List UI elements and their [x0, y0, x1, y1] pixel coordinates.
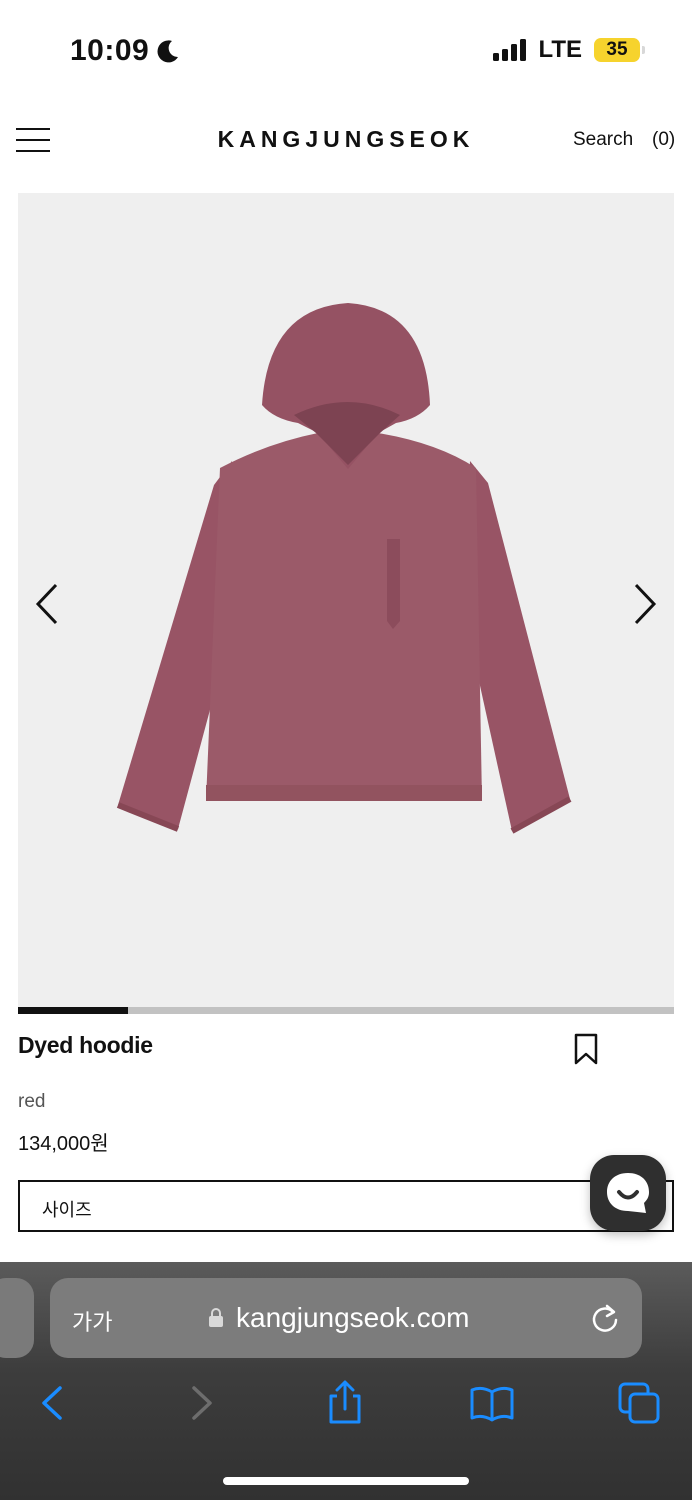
share-icon[interactable]: [322, 1380, 368, 1426]
status-time-text: 10:09: [70, 34, 150, 67]
chat-smile-icon: [607, 1173, 649, 1213]
battery-level: 35: [606, 39, 628, 60]
product-name: Dyed hoodie: [18, 1032, 153, 1058]
chevron-right-icon[interactable]: [626, 581, 662, 627]
status-bar: 10:09 LTE 35: [0, 0, 692, 100]
previous-tab-preview[interactable]: [0, 1278, 34, 1358]
signal-icon: [493, 39, 527, 61]
status-indicators: LTE 35: [493, 36, 645, 64]
network-type: LTE: [538, 36, 582, 63]
chat-button[interactable]: [590, 1155, 666, 1231]
search-link[interactable]: Search: [573, 129, 633, 151]
address-bar[interactable]: 가가 kangjungseok.com: [50, 1278, 642, 1358]
tabs-icon[interactable]: [616, 1380, 662, 1426]
product-price: 134,000원: [18, 1133, 109, 1155]
size-select[interactable]: 사이즈: [18, 1180, 674, 1232]
chevron-left-icon[interactable]: [30, 581, 66, 627]
battery-icon: 35: [594, 38, 645, 62]
cart-link[interactable]: (0): [652, 129, 675, 151]
browser-nav-toolbar: [0, 1372, 692, 1432]
product-color: red: [18, 1091, 46, 1112]
moon-icon: [157, 40, 179, 63]
forward-icon[interactable]: [178, 1380, 224, 1426]
size-select-label: 사이즈: [42, 1200, 92, 1220]
gallery-progress-bar: [18, 1007, 674, 1014]
text-size-button[interactable]: 가가: [72, 1305, 112, 1337]
bookmark-icon[interactable]: [572, 1032, 600, 1066]
bookmarks-icon[interactable]: [469, 1380, 515, 1426]
lock-icon: [209, 1308, 223, 1327]
gallery-progress-fill: [18, 1007, 128, 1014]
browser-toolbar: 가가 kangjungseok.com: [0, 1262, 692, 1500]
back-icon[interactable]: [30, 1380, 76, 1426]
product-photo: [116, 303, 572, 834]
url-text: kangjungseok.com: [236, 1302, 470, 1333]
status-time: 10:09: [70, 34, 181, 68]
home-indicator: [223, 1477, 469, 1485]
reload-icon[interactable]: [590, 1302, 620, 1334]
product-gallery[interactable]: [18, 193, 674, 1007]
site-header: KANGJUNGSEOK Search (0): [0, 108, 692, 172]
